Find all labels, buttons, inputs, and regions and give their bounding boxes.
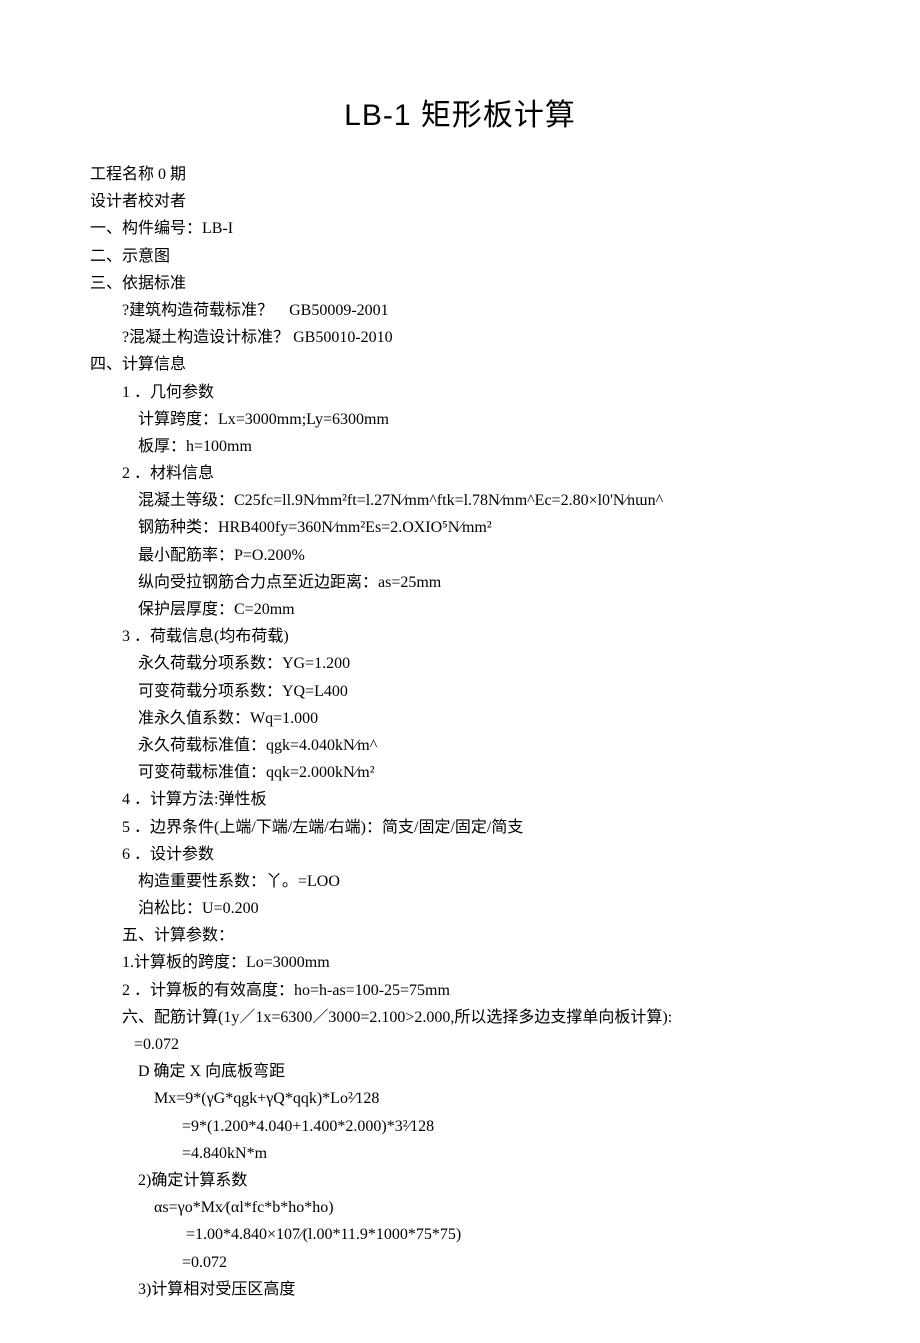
standard-2: ?混凝土构造设计标准？ GB50010-2010: [90, 324, 830, 351]
s4-p2-a: 混凝土等级：C25fc=ll.9N⁄mm²ft=l.27N⁄mm^ftk=l.7…: [90, 487, 830, 514]
s6-p1-i: 3)计算相对受压区高度: [90, 1276, 830, 1303]
s6-p1-f: αs=γo*Mx⁄(αl*fc*b*ho*ho): [90, 1194, 830, 1221]
section-6-heading: 六、配筋计算(1y／1x=6300／3000=2.100>2.000,所以选择多…: [90, 1004, 830, 1031]
s6-p1-h: =0.072: [90, 1031, 830, 1058]
s6-p1-e: 2)确定计算系数: [90, 1167, 830, 1194]
s4-p2-c: 最小配筋率：P=O.200%: [90, 542, 830, 569]
s4-p1-heading: 1 ．几何参数: [90, 379, 830, 406]
s4-p3-c: 准永久值系数：Wq=1.000: [90, 705, 830, 732]
section-2-heading: 二、示意图: [90, 243, 830, 270]
s4-p3-a: 永久荷载分项系数：YG=1.200: [90, 650, 830, 677]
standard-1: ?建筑构造荷载标准？ GB50009-2001: [90, 297, 830, 324]
s4-p2-heading: 2 ．材料信息: [90, 460, 830, 487]
s4-p1-a: 计算跨度：Lx=3000mm;Ly=6300mm: [90, 406, 830, 433]
s4-p3-b: 可变荷载分项系数：YQ=L400: [90, 678, 830, 705]
s4-p2-e: 保护层厚度：C=20mm: [90, 596, 830, 623]
s4-p6-a: 构造重要性系数：丫。=LOO: [90, 868, 830, 895]
s6-p1-a: D 确定 X 向底板弯距: [90, 1058, 830, 1085]
s4-p3-d: 永久荷载标准值：qgk=4.040kN⁄m^: [90, 732, 830, 759]
s6-p1-g: =1.00*4.840×107⁄(l.00*11.9*1000*75*75): [90, 1221, 830, 1248]
s4-p1-b: 板厚：h=100mm: [90, 433, 830, 460]
project-name: 工程名称 0 期: [90, 161, 830, 188]
s4-p4-heading: 4 ．计算方法:弹性板: [90, 786, 830, 813]
s5-a: 1.计算板的跨度：Lo=3000mm: [90, 949, 830, 976]
s6-p1-b: Mx=9*(γG*qgk+γQ*qqk)*Lo²⁄128: [90, 1085, 830, 1112]
s4-p3-e: 可变荷载标准值：qqk=2.000kN⁄m²: [90, 759, 830, 786]
document-page: LB-1 矩形板计算 工程名称 0 期 设计者校对者 一、构件编号：LB-I 二…: [0, 0, 920, 1343]
document-title: LB-1 矩形板计算: [90, 90, 830, 141]
section-1-heading: 一、构件编号：LB-I: [90, 215, 830, 242]
section-5-heading: 五、计算参数：: [90, 922, 830, 949]
s4-p5-heading: 5 ．边界条件(上端/下端/左端/右端)：简支/固定/固定/简支: [90, 814, 830, 841]
section-3-heading: 三、依据标准: [90, 270, 830, 297]
s6-p1-h2: =0.072: [90, 1249, 830, 1276]
s4-p2-d: 纵向受拉钢筋合力点至近边距离：as=25mm: [90, 569, 830, 596]
s4-p2-b: 钢筋种类：HRB400fy=360N⁄mm²Es=2.OXIO⁵N⁄mm²: [90, 514, 830, 541]
s5-b: 2 ．计算板的有效高度：ho=h-as=100-25=75mm: [90, 977, 830, 1004]
s4-p3-heading: 3 ．荷载信息(均布荷载): [90, 623, 830, 650]
s4-p6-heading: 6 ．设计参数: [90, 841, 830, 868]
section-4-heading: 四、计算信息: [90, 351, 830, 378]
designer-line: 设计者校对者: [90, 188, 830, 215]
s6-p1-d: =4.840kN*m: [90, 1140, 830, 1167]
s4-p6-b: 泊松比：U=0.200: [90, 895, 830, 922]
s6-p1-c: =9*(1.200*4.040+1.400*2.000)*3²⁄128: [90, 1113, 830, 1140]
